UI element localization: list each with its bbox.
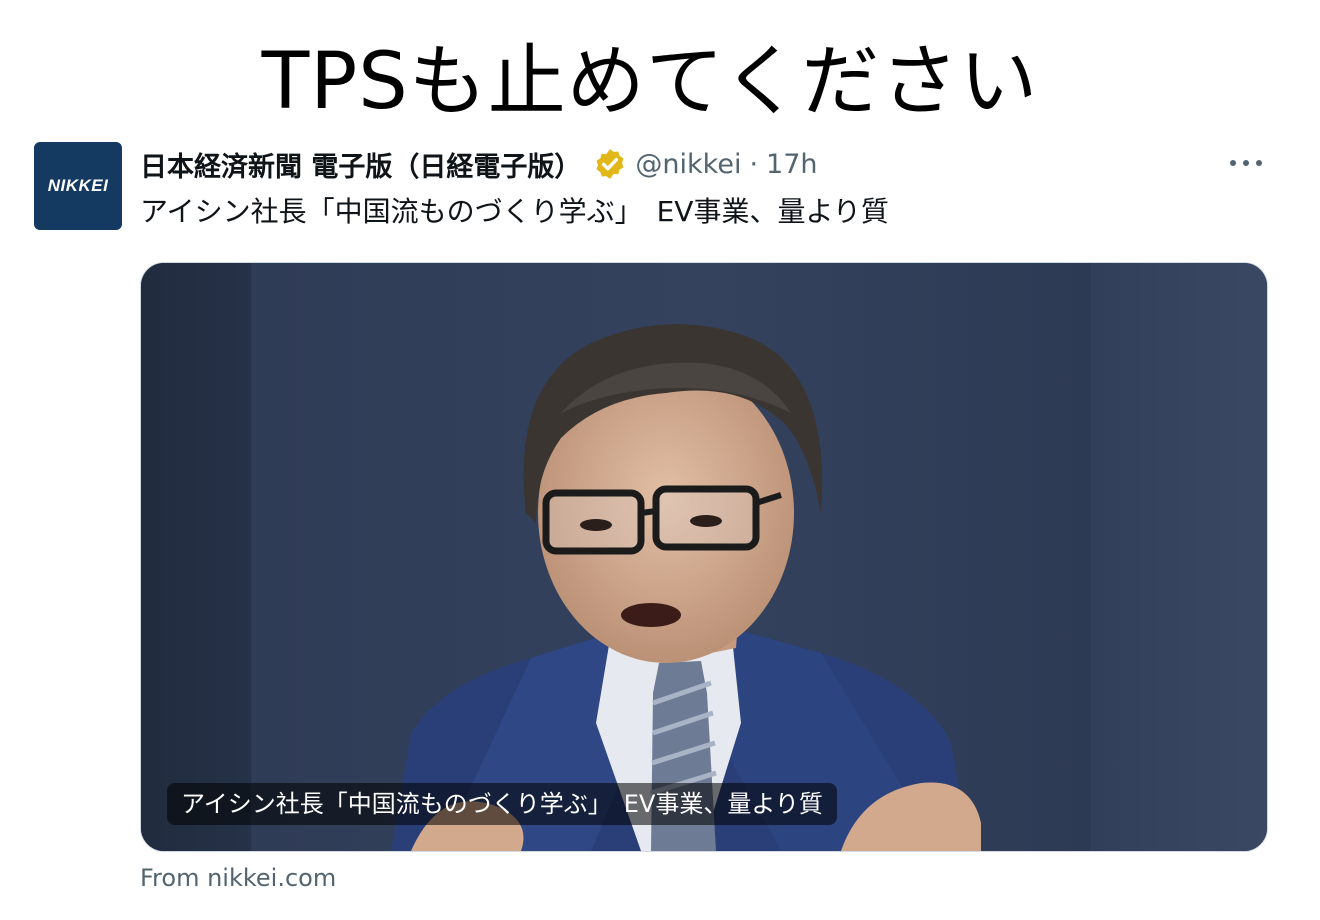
display-name[interactable]: 日本経済新聞 電子版（日経電子版）: [140, 145, 581, 184]
tweet-header: 日本経済新聞 電子版（日経電子版） @nikkei · 17h: [140, 142, 818, 186]
separator-dot: ·: [749, 148, 759, 180]
more-options-icon[interactable]: [1226, 150, 1266, 176]
card-headline: アイシン社長「中国流ものづくり学ぶ」 EV事業、量より質: [167, 783, 837, 825]
card-source-link[interactable]: From nikkei.com: [140, 860, 336, 896]
article-photo: [141, 263, 1267, 851]
link-card[interactable]: アイシン社長「中国流ものづくり学ぶ」 EV事業、量より質: [140, 262, 1268, 852]
avatar[interactable]: NIKKEI: [34, 142, 122, 230]
user-handle[interactable]: @nikkei: [635, 149, 741, 180]
timestamp[interactable]: 17h: [766, 149, 817, 180]
tweet-text: アイシン社長「中国流ものづくり学ぶ」 EV事業、量より質: [140, 195, 889, 228]
verified-badge-icon[interactable]: [593, 147, 627, 181]
nikkei-logo: NIKKEI: [47, 176, 109, 195]
meme-caption: TPSも止めてください: [261, 37, 1039, 127]
